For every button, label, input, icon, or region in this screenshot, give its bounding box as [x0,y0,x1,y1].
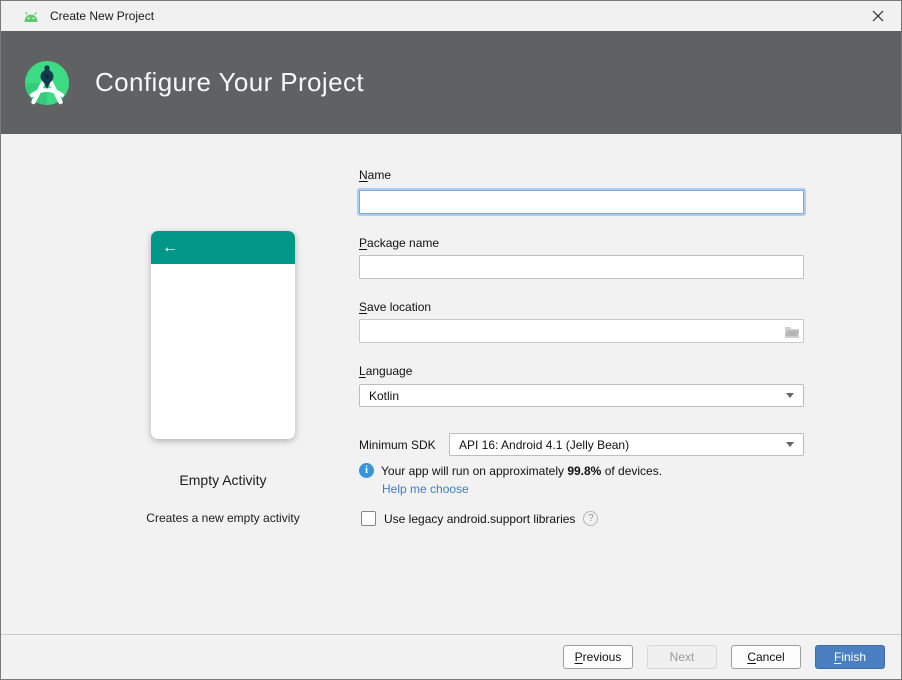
page-title: Configure Your Project [95,67,364,98]
chevron-down-icon [786,393,794,398]
language-selected-value: Kotlin [369,389,399,403]
chevron-down-icon [786,442,794,447]
legacy-support-row: Use legacy android.support libraries ? [361,511,598,526]
legacy-support-label: Use legacy android.support libraries [384,512,575,526]
browse-folder-button[interactable] [781,320,803,342]
back-arrow-icon: ← [162,240,178,256]
folder-icon [784,325,800,338]
name-input[interactable] [359,190,804,214]
preview-appbar: ← [151,231,295,264]
next-button: Next [647,645,717,669]
previous-button[interactable]: Previous [563,645,633,669]
button-bar: Previous Next Cancel Finish [1,634,901,679]
android-studio-logo-icon [23,59,71,107]
cancel-button[interactable]: Cancel [731,645,801,669]
name-label: Name [359,168,391,182]
finish-button[interactable]: Finish [815,645,885,669]
sdk-coverage-percent: 99.8% [567,464,601,478]
minimum-sdk-dropdown[interactable]: API 16: Android 4.1 (Jelly Bean) [449,433,804,456]
android-head-icon [22,10,40,23]
legacy-support-checkbox[interactable] [361,511,376,526]
info-icon: i [359,463,374,478]
create-new-project-dialog: Create New Project Configure Your Projec… [0,0,902,680]
wizard-header: Configure Your Project [1,31,901,134]
window-title: Create New Project [50,9,154,23]
language-label: Language [359,364,412,378]
save-location-label: Save location [359,300,431,314]
save-location-field [359,319,804,343]
titlebar: Create New Project [1,1,901,31]
help-me-choose-link[interactable]: Help me choose [382,482,469,496]
sdk-coverage-text: Your app will run on approximately 99.8%… [381,464,662,478]
wizard-content: ← Empty Activity Creates a new empty act… [1,134,901,634]
empty-activity-preview-card: ← [151,231,295,439]
close-button[interactable] [855,1,901,31]
save-location-input[interactable] [360,320,781,342]
help-icon[interactable]: ? [583,511,598,526]
sdk-coverage-prefix: Your app will run on approximately [381,464,567,478]
close-icon [872,10,884,22]
minimum-sdk-label: Minimum SDK [359,438,436,452]
minimum-sdk-selected-value: API 16: Android 4.1 (Jelly Bean) [459,438,629,452]
template-title: Empty Activity [151,472,295,488]
sdk-coverage-suffix: of devices. [601,464,662,478]
language-dropdown[interactable]: Kotlin [359,384,804,407]
package-name-input[interactable] [359,255,804,279]
package-name-label: Package name [359,236,439,250]
template-description: Creates a new empty activity [123,511,323,525]
